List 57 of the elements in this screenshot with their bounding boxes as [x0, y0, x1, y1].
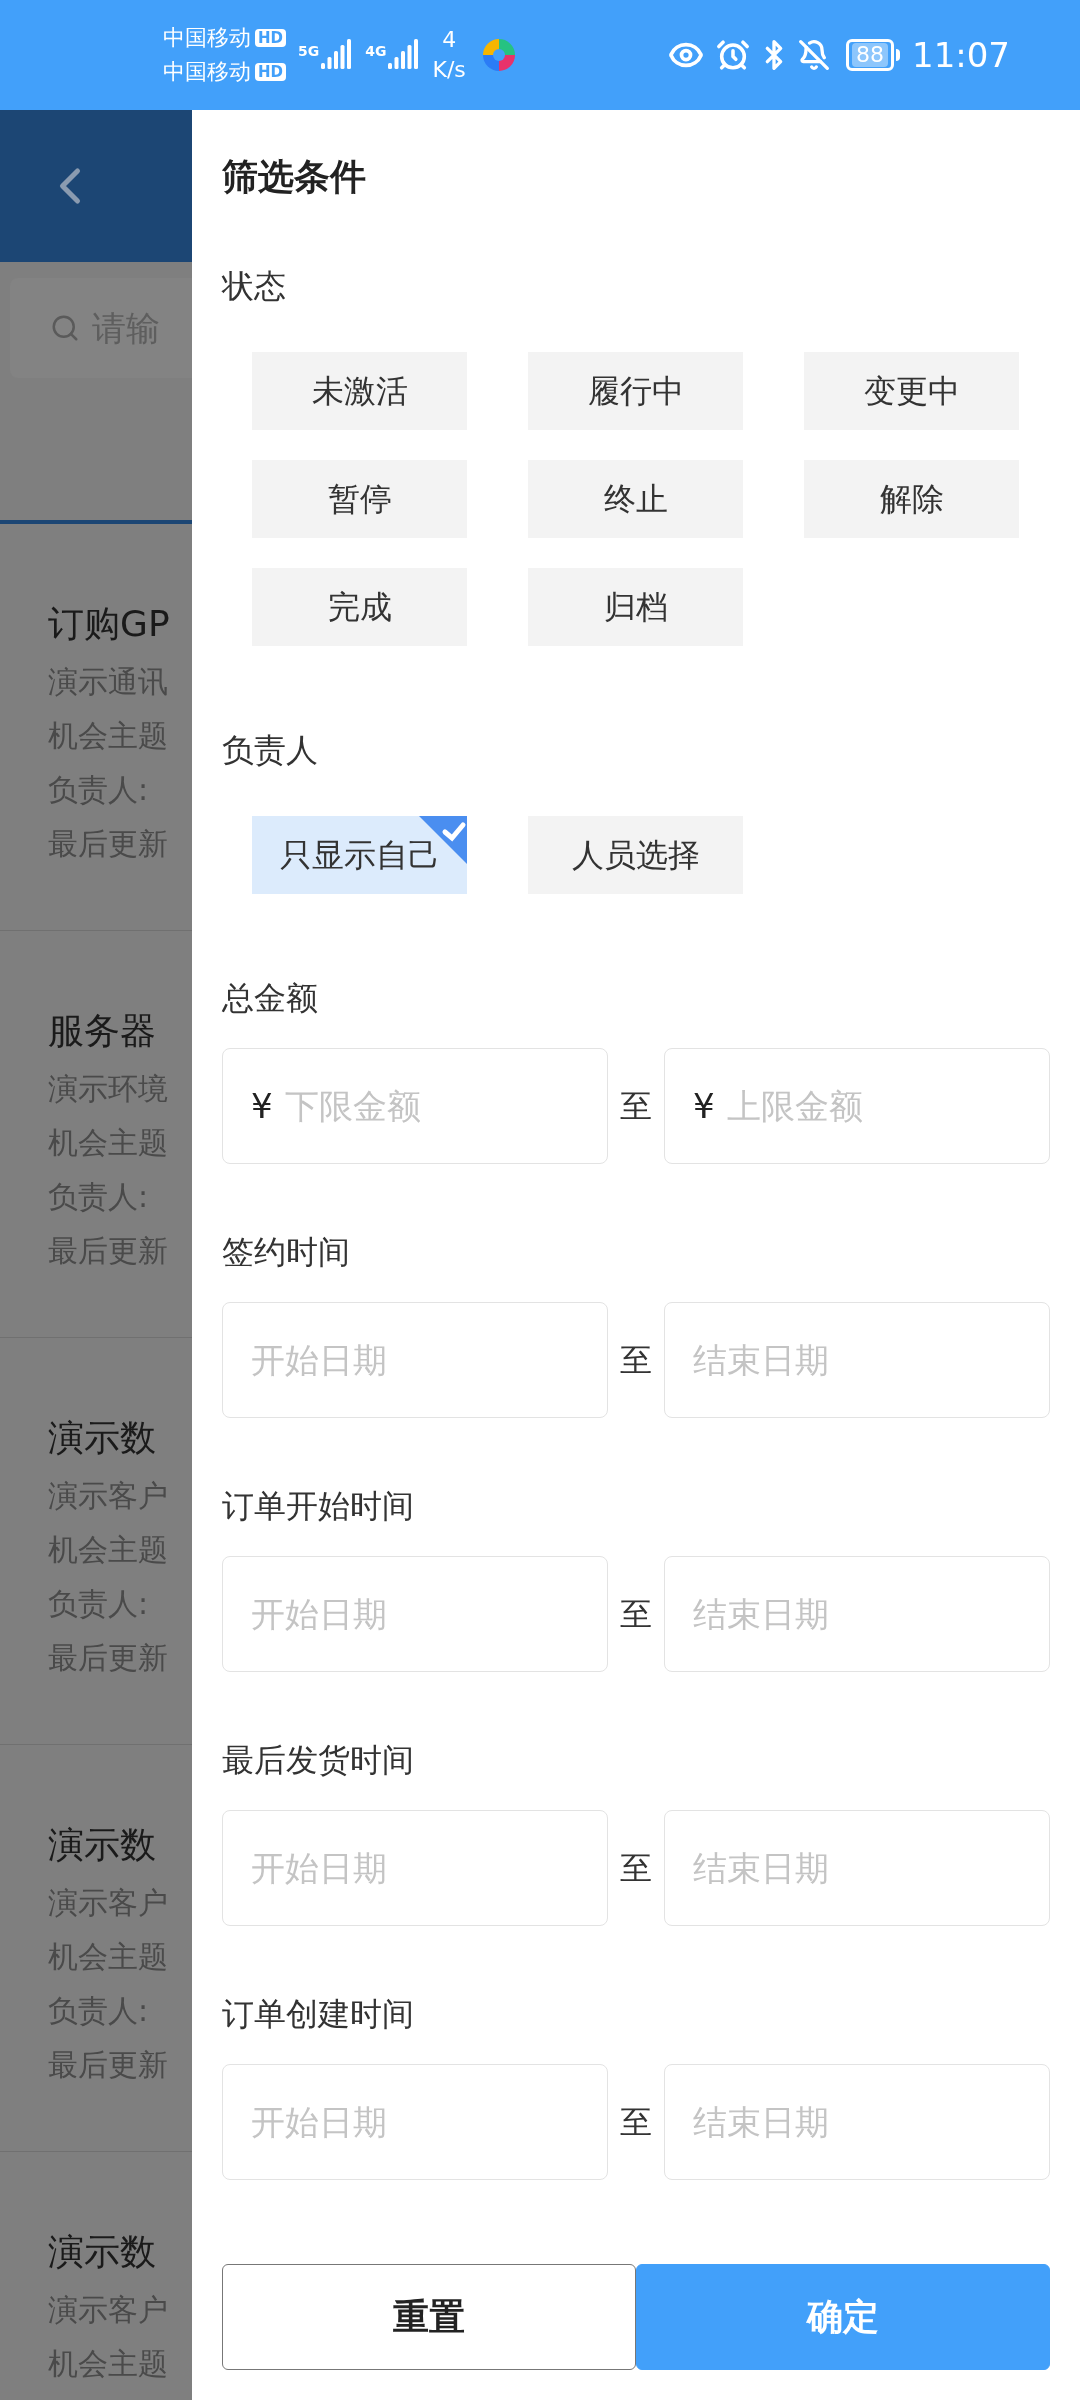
input-placeholder: 下限金额 — [284, 1084, 421, 1128]
filter-tag[interactable]: 解除 — [804, 460, 1019, 538]
input-placeholder: 结束日期 — [693, 1338, 829, 1382]
filter-tag[interactable]: 未激活 — [252, 352, 467, 430]
input-placeholder: 上限金额 — [726, 1084, 863, 1128]
range-separator: 至 — [620, 2102, 652, 2143]
filter-tag[interactable]: 暂停 — [252, 460, 467, 538]
range-separator: 至 — [620, 1594, 652, 1635]
input-placeholder: 结束日期 — [693, 2100, 829, 2144]
filter-tag[interactable]: 完成 — [252, 568, 467, 646]
app-logo-icon — [481, 38, 516, 72]
carrier-name: 中国移动 — [163, 58, 251, 86]
search-icon — [50, 313, 80, 343]
speed-unit: K/s — [432, 56, 466, 84]
section-label: 总金额 — [222, 978, 319, 1019]
range-separator: 至 — [620, 1086, 652, 1127]
filter-tag[interactable]: 只显示自己 — [252, 816, 467, 894]
input-placeholder: 开始日期 — [251, 1338, 387, 1382]
item-title: 演示数 — [48, 1416, 156, 1460]
alarm-icon — [716, 38, 750, 72]
currency-symbol: ¥ — [693, 1084, 715, 1128]
currency-symbol: ¥ — [251, 1084, 273, 1128]
item-title: 服务器 — [48, 1009, 156, 1053]
reset-button[interactable]: 重置 — [222, 2264, 636, 2370]
range-separator: 至 — [620, 1848, 652, 1889]
section-label: 签约时间 — [222, 1232, 351, 1273]
item-title: 订购GP — [48, 602, 170, 646]
range-input-field[interactable]: ¥ 下限金额 — [222, 1048, 608, 1164]
input-placeholder: 结束日期 — [693, 1592, 829, 1636]
speed-value: 4 — [442, 26, 457, 54]
input-placeholder: 开始日期 — [251, 2100, 387, 2144]
hd-badge: HD — [255, 63, 286, 81]
bell-off-icon — [798, 39, 830, 71]
input-placeholder: 开始日期 — [251, 1846, 387, 1890]
network-type: 5G — [298, 42, 320, 61]
filter-tag[interactable]: 履行中 — [528, 352, 743, 430]
range-separator: 至 — [620, 1340, 652, 1381]
hd-badge: HD — [255, 29, 286, 47]
section-label: 状态 — [222, 266, 287, 307]
input-placeholder: 结束日期 — [693, 1846, 829, 1890]
clock-time: 11:07 — [912, 33, 1010, 77]
input-placeholder: 开始日期 — [251, 1592, 387, 1636]
filter-tag[interactable]: 变更中 — [804, 352, 1019, 430]
confirm-button[interactable]: 确定 — [636, 2264, 1050, 2370]
filter-tag[interactable]: 终止 — [528, 460, 743, 538]
drawer-title: 筛选条件 — [222, 155, 367, 199]
filter-tag[interactable]: 人员选择 — [528, 816, 743, 894]
section-label: 最后发货时间 — [222, 1740, 415, 1781]
item-title: 演示数 — [48, 1823, 156, 1867]
range-input-field[interactable]: ¥ 上限金额 — [664, 1048, 1050, 1164]
section-label: 负责人 — [222, 730, 319, 771]
section-label: 订单开始时间 — [222, 1486, 415, 1527]
network-type: 4G — [365, 42, 387, 61]
carrier-name: 中国移动 — [163, 24, 251, 52]
item-title: 演示数 — [48, 2230, 156, 2274]
filter-tag[interactable]: 归档 — [528, 568, 743, 646]
section-label: 订单创建时间 — [222, 1994, 415, 2035]
